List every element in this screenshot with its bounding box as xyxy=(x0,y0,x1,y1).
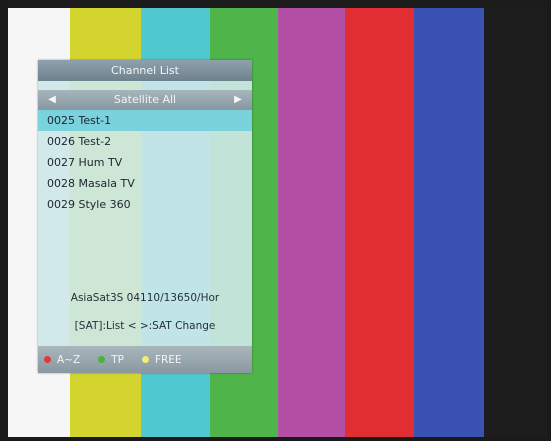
color-bar-blue xyxy=(414,8,484,441)
legend-label: FREE xyxy=(154,353,182,366)
panel-title: Channel List xyxy=(38,60,252,81)
legend-label: TP xyxy=(111,353,124,366)
channel-row[interactable]: 0028 Masala TV xyxy=(38,173,252,194)
red-dot-icon xyxy=(44,356,51,363)
color-bar-red xyxy=(345,8,414,441)
yellow-dot-icon xyxy=(141,356,149,363)
satellite-selector[interactable]: ◀ Satellite All ▶ xyxy=(38,90,252,110)
tv-screen: Channel List ◀ Satellite All ▶ 0025 Test… xyxy=(0,0,551,441)
channel-name: Style 360 xyxy=(78,198,131,211)
channel-number: 0029 xyxy=(47,198,75,211)
color-bar-black xyxy=(484,8,551,441)
channel-name: Masala TV xyxy=(78,177,135,190)
legend-label: A~Z xyxy=(57,353,81,366)
color-bar-magenta xyxy=(278,8,345,441)
channel-number: 0026 xyxy=(47,135,75,148)
key-hint: [SAT]:List < >:SAT Change xyxy=(74,320,216,332)
channel-row[interactable]: 0029 Style 360 xyxy=(38,194,252,215)
channel-list-panel: Channel List ◀ Satellite All ▶ 0025 Test… xyxy=(38,60,252,373)
channel-row[interactable]: 0026 Test-2 xyxy=(38,131,252,152)
green-dot-icon xyxy=(98,356,106,363)
satellite-info: AsiaSat3S 04110/13650/Hor xyxy=(70,292,220,304)
channel-list: 0025 Test-1 0026 Test-2 0027 Hum TV 0028… xyxy=(38,110,252,215)
right-frame xyxy=(547,0,551,441)
channel-name: Test-2 xyxy=(78,135,112,148)
color-key-legend: A~Z TP FREE xyxy=(38,346,252,373)
sort-az-button[interactable]: A~Z xyxy=(44,354,80,366)
arrow-left-icon[interactable]: ◀ xyxy=(44,90,60,110)
channel-number: 0025 xyxy=(47,114,75,127)
filter-free-button[interactable]: FREE xyxy=(141,353,182,366)
channel-row[interactable]: 0027 Hum TV xyxy=(38,152,252,173)
left-frame xyxy=(0,0,8,441)
arrow-right-icon[interactable]: ▶ xyxy=(230,90,246,110)
bottom-frame xyxy=(0,437,551,441)
channel-number: 0028 xyxy=(47,177,75,190)
channel-row[interactable]: 0025 Test-1 xyxy=(38,110,252,131)
top-frame xyxy=(0,0,551,8)
sort-tp-button[interactable]: TP xyxy=(98,354,124,366)
channel-number: 0027 xyxy=(47,156,75,169)
channel-name: Test-1 xyxy=(78,114,112,127)
channel-name: Hum TV xyxy=(78,156,123,169)
satellite-label: Satellite All xyxy=(113,93,177,106)
